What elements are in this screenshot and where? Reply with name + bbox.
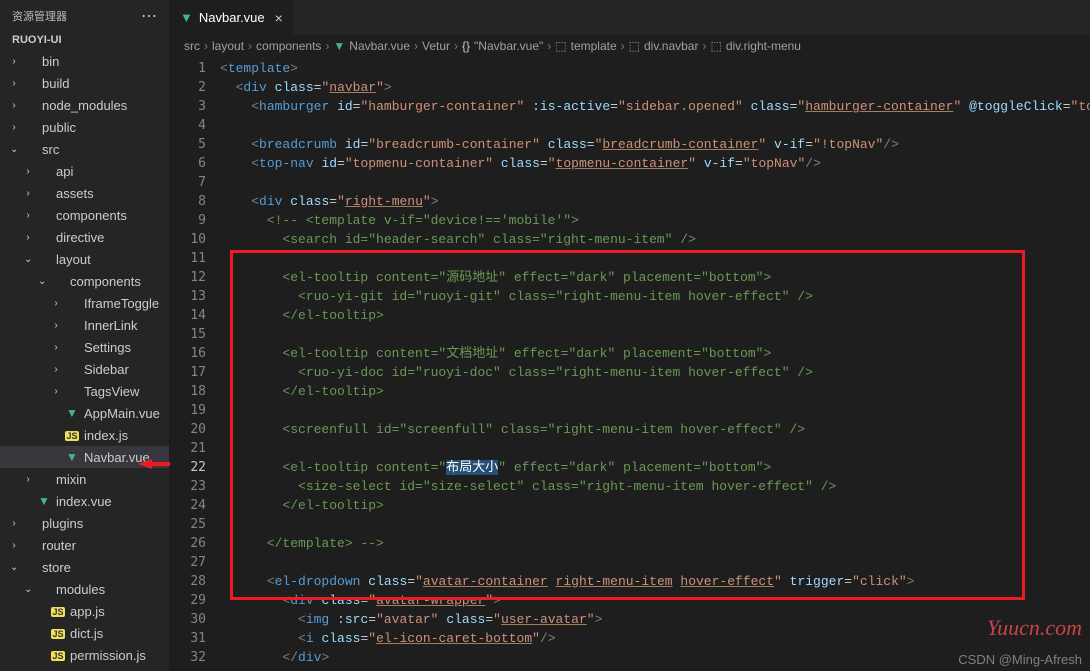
tree-label: build — [42, 76, 69, 91]
tree-label: router — [42, 538, 76, 553]
tree-label: public — [42, 120, 76, 135]
breadcrumb-item[interactable]: layout — [212, 39, 244, 53]
tree-label: app.js — [70, 604, 105, 619]
breadcrumb-item[interactable]: Vetur — [422, 39, 450, 53]
tree-label: src — [42, 142, 59, 157]
js-icon: JS — [64, 428, 80, 442]
tree-label: bin — [42, 54, 59, 69]
breadcrumb-item[interactable]: Navbar.vue — [349, 39, 410, 53]
tree-item-src[interactable]: ⌄src — [0, 138, 169, 160]
tree-item-assets[interactable]: ›assets — [0, 182, 169, 204]
tree-label: layout — [56, 252, 91, 267]
cls-icon: ⬚ — [710, 39, 721, 53]
breadcrumb-item[interactable]: src — [184, 39, 200, 53]
tree-item-iframetoggle[interactable]: ›IframeToggle — [0, 292, 169, 314]
tree-item-navbar-vue[interactable]: ▼ Navbar.vue — [0, 446, 169, 468]
tab-label: Navbar.vue — [199, 10, 265, 25]
close-icon[interactable]: × — [275, 10, 283, 26]
tree-item-dict-js[interactable]: JS dict.js — [0, 622, 169, 644]
tree-label: AppMain.vue — [84, 406, 160, 421]
breadcrumb-item[interactable]: components — [256, 39, 321, 53]
tab-navbar-vue[interactable]: ▼ Navbar.vue × — [170, 0, 294, 35]
vue-icon: ▼ — [64, 406, 80, 420]
tab-bar: ▼ Navbar.vue × — [170, 0, 1090, 35]
tree-item-router[interactable]: ›router — [0, 534, 169, 556]
tree-label: assets — [56, 186, 94, 201]
tree-item-mixin[interactable]: ›mixin — [0, 468, 169, 490]
sidebar-header: 资源管理器 ⋯ — [0, 0, 169, 32]
tree-label: dict.js — [70, 626, 103, 641]
tree-item-plugins[interactable]: ›plugins — [0, 512, 169, 534]
breadcrumb: src›layout›components›▼Navbar.vue›Vetur›… — [170, 35, 1090, 57]
tree-item-public[interactable]: ›public — [0, 116, 169, 138]
tree-item-settings[interactable]: ›Settings — [0, 336, 169, 358]
breadcrumb-item[interactable]: "Navbar.vue" — [474, 39, 543, 53]
editor-main: ▼ Navbar.vue × src›layout›components›▼Na… — [170, 0, 1090, 671]
js-icon: JS — [50, 604, 66, 618]
project-name[interactable]: RUOYI-UI — [0, 32, 169, 50]
tree-label: Sidebar — [84, 362, 129, 377]
js-icon: JS — [50, 648, 66, 662]
file-tree: ›bin›build›node_modules›public⌄src›api›a… — [0, 50, 169, 671]
tree-item-tagsview[interactable]: ›TagsView — [0, 380, 169, 402]
tree-item-build[interactable]: ›build — [0, 72, 169, 94]
tree-label: Settings — [84, 340, 131, 355]
tree-item-components[interactable]: ⌄components — [0, 270, 169, 292]
cls-icon: ⬚ — [629, 39, 640, 53]
tree-item-layout[interactable]: ⌄layout — [0, 248, 169, 270]
line-gutter: 1234567891011121314151617181920212223242… — [170, 57, 220, 671]
breadcrumb-item[interactable]: div.navbar — [644, 39, 698, 53]
tree-label: store — [42, 560, 71, 575]
tree-label: modules — [56, 582, 105, 597]
tree-label: permission.js — [70, 648, 146, 663]
tree-item-index-js[interactable]: JS index.js — [0, 424, 169, 446]
tree-label: Navbar.vue — [84, 450, 150, 465]
tree-item-directive[interactable]: ›directive — [0, 226, 169, 248]
tree-label: index.js — [84, 428, 128, 443]
tree-label: index.vue — [56, 494, 112, 509]
tree-item-store[interactable]: ⌄store — [0, 556, 169, 578]
tree-label: api — [56, 164, 73, 179]
tree-label: mixin — [56, 472, 86, 487]
tree-item-app-js[interactable]: JS app.js — [0, 600, 169, 622]
sidebar-title: 资源管理器 — [12, 8, 67, 24]
tree-item-sidebar[interactable]: ›Sidebar — [0, 358, 169, 380]
tree-item-node_modules[interactable]: ›node_modules — [0, 94, 169, 116]
tree-label: plugins — [42, 516, 83, 531]
tree-item-index-vue[interactable]: ▼ index.vue — [0, 490, 169, 512]
editor-area[interactable]: 1234567891011121314151617181920212223242… — [170, 57, 1090, 671]
vue-icon: ▼ — [36, 494, 52, 508]
tree-item-innerlink[interactable]: ›InnerLink — [0, 314, 169, 336]
vue-icon: ▼ — [333, 39, 345, 53]
more-icon[interactable]: ⋯ — [141, 6, 157, 26]
tree-item-modules[interactable]: ⌄modules — [0, 578, 169, 600]
vue-icon: ▼ — [64, 450, 80, 464]
code-content[interactable]: <template> <div class="navbar"> <hamburg… — [220, 57, 1090, 671]
tree-item-api[interactable]: ›api — [0, 160, 169, 182]
js-icon: JS — [50, 626, 66, 640]
tree-item-components[interactable]: ›components — [0, 204, 169, 226]
explorer-sidebar: 资源管理器 ⋯ RUOYI-UI ›bin›build›node_modules… — [0, 0, 170, 671]
tree-item-appmain-vue[interactable]: ▼ AppMain.vue — [0, 402, 169, 424]
tree-label: directive — [56, 230, 104, 245]
breadcrumb-item[interactable]: div.right-menu — [726, 39, 801, 53]
tree-label: IframeToggle — [84, 296, 159, 311]
tree-item-bin[interactable]: ›bin — [0, 50, 169, 72]
breadcrumb-item[interactable]: template — [571, 39, 617, 53]
tree-label: components — [70, 274, 141, 289]
tree-label: components — [56, 208, 127, 223]
tree-label: TagsView — [84, 384, 139, 399]
tree-label: InnerLink — [84, 318, 137, 333]
vue-icon: ▼ — [180, 10, 193, 25]
braces-icon: {} — [462, 39, 470, 53]
tree-item-permission-js[interactable]: JS permission.js — [0, 644, 169, 666]
tpl-icon: ⬚ — [555, 39, 566, 53]
tree-label: node_modules — [42, 98, 127, 113]
